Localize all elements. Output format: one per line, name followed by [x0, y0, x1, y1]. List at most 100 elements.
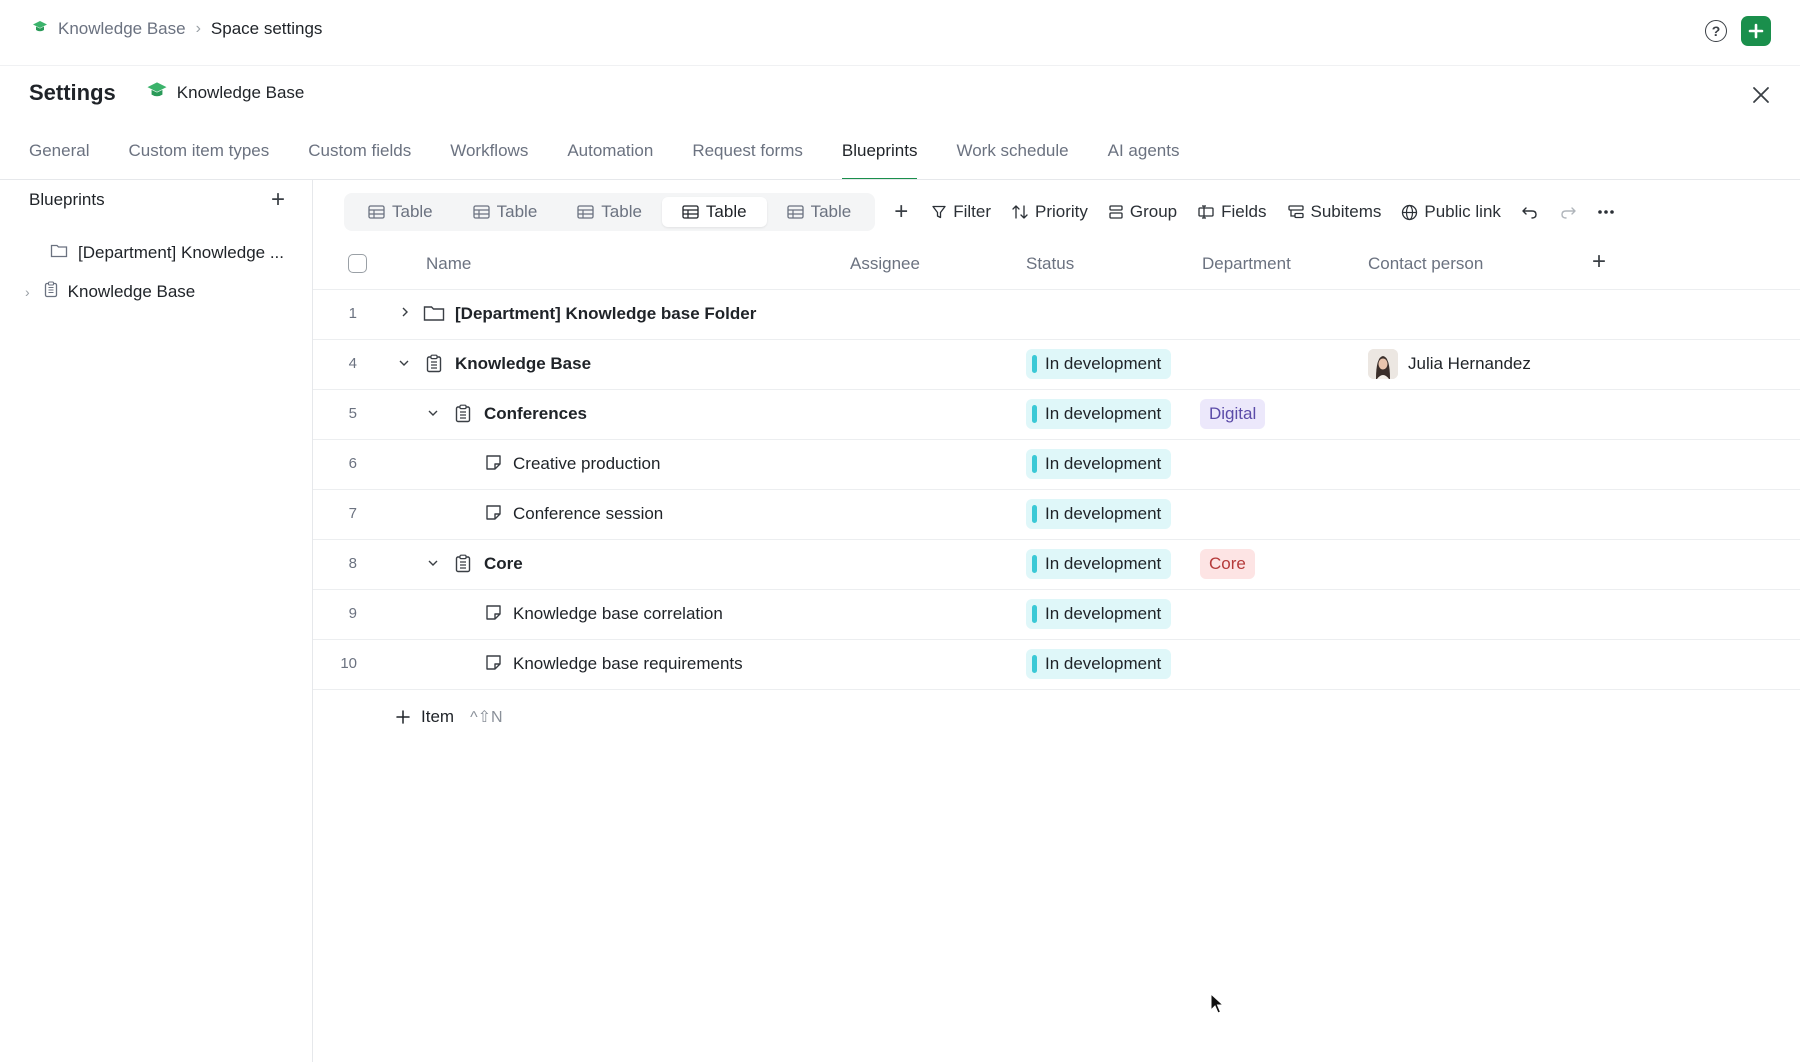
- row-number: 1: [348, 305, 357, 322]
- clipboard-icon: [455, 554, 471, 578]
- sidebar-item-knowledge-base[interactable]: › Knowledge Base: [0, 274, 312, 310]
- undo-icon: [1522, 207, 1537, 219]
- department-tag[interactable]: Core: [1200, 549, 1255, 579]
- table-row[interactable]: 4 Knowledge Base In development Julia He…: [313, 340, 1800, 390]
- tab-blueprints[interactable]: Blueprints: [841, 120, 917, 180]
- status-badge[interactable]: In development: [1026, 399, 1172, 429]
- table-icon: [368, 205, 385, 219]
- row-number: 9: [348, 605, 357, 622]
- public-link-button[interactable]: Public link: [1401, 202, 1501, 222]
- note-icon: [485, 654, 502, 676]
- note-icon: [485, 604, 502, 626]
- table-icon: [472, 205, 490, 219]
- table-row[interactable]: 6 Creative production In development: [313, 440, 1800, 490]
- tab-workflows[interactable]: Workflows: [450, 120, 528, 180]
- more-options-button[interactable]: [1597, 209, 1615, 215]
- sidebar-item-department-folder[interactable]: [Department] Knowledge ...: [0, 235, 312, 271]
- row-name[interactable]: Core: [484, 554, 523, 574]
- mouse-cursor-icon: [1210, 992, 1225, 1020]
- row-name[interactable]: [Department] Knowledge base Folder: [455, 304, 756, 324]
- redo-icon: [1561, 207, 1576, 219]
- table-header-row: Name Assignee Status Department Contact …: [313, 240, 1800, 290]
- table-row[interactable]: 8 Core In development Core: [313, 540, 1800, 590]
- chevron-down-icon[interactable]: [398, 355, 410, 371]
- redo-button[interactable]: [1559, 204, 1577, 220]
- view-tab-table[interactable]: Table: [557, 197, 662, 227]
- group-button[interactable]: Group: [1108, 202, 1177, 222]
- view-tab-table-active[interactable]: Table: [661, 197, 767, 227]
- table-row[interactable]: 7 Conference session In development: [313, 490, 1800, 540]
- tab-ai-agents[interactable]: AI agents: [1108, 120, 1180, 180]
- row-number: 10: [340, 655, 357, 672]
- tab-work-schedule[interactable]: Work schedule: [956, 120, 1068, 180]
- table-icon: [682, 205, 699, 219]
- subitems-button[interactable]: Subitems: [1287, 202, 1381, 222]
- tab-automation[interactable]: Automation: [567, 120, 653, 180]
- note-icon: [485, 504, 502, 526]
- add-blueprint-button[interactable]: +: [271, 188, 285, 212]
- row-name[interactable]: Knowledge base requirements: [513, 654, 743, 674]
- tab-general[interactable]: General: [29, 120, 89, 180]
- status-badge[interactable]: In development: [1026, 349, 1172, 379]
- sidebar-item-label: [Department] Knowledge ...: [78, 243, 285, 262]
- status-badge[interactable]: In development: [1026, 499, 1172, 529]
- sort-icon: [1012, 205, 1028, 219]
- subitems-icon: [1287, 205, 1304, 219]
- top-bar: Knowledge Base › Space settings ?: [0, 0, 1800, 66]
- fields-button[interactable]: Fields: [1197, 202, 1267, 222]
- column-header-assignee[interactable]: Assignee: [850, 254, 920, 274]
- breadcrumb-space-link[interactable]: Knowledge Base: [58, 19, 186, 39]
- row-number: 8: [348, 555, 357, 572]
- status-badge[interactable]: In development: [1026, 449, 1172, 479]
- view-tab-table[interactable]: Table: [767, 197, 872, 227]
- tab-custom-fields[interactable]: Custom fields: [308, 120, 411, 180]
- tab-request-forms[interactable]: Request forms: [692, 120, 803, 180]
- status-badge[interactable]: In development: [1026, 649, 1172, 679]
- row-number: 4: [348, 355, 357, 372]
- add-view-button[interactable]: +: [885, 196, 917, 228]
- folder-icon: [423, 304, 445, 327]
- undo-button[interactable]: [1521, 204, 1539, 220]
- table-row[interactable]: 5 Conferences In development Digital: [313, 390, 1800, 440]
- close-icon[interactable]: [1750, 84, 1772, 106]
- plus-icon: [396, 710, 410, 724]
- view-tab-table[interactable]: Table: [453, 197, 558, 227]
- column-header-contact-person[interactable]: Contact person: [1368, 254, 1483, 274]
- breadcrumb: Knowledge Base › Space settings: [32, 19, 322, 39]
- status-badge[interactable]: In development: [1026, 549, 1172, 579]
- more-horizontal-icon: [1598, 210, 1614, 214]
- chevron-right-icon[interactable]: ›: [25, 284, 30, 300]
- row-name[interactable]: Knowledge base correlation: [513, 604, 723, 624]
- row-name[interactable]: Creative production: [513, 454, 660, 474]
- tab-custom-item-types[interactable]: Custom item types: [128, 120, 269, 180]
- column-header-status[interactable]: Status: [1026, 254, 1074, 274]
- chevron-down-icon[interactable]: [427, 555, 439, 571]
- priority-sort-button[interactable]: Priority: [1011, 202, 1088, 222]
- row-name[interactable]: Knowledge Base: [455, 354, 591, 374]
- view-tab-table[interactable]: Table: [348, 197, 453, 227]
- table-row[interactable]: 1 [Department] Knowledge base Folder: [313, 290, 1800, 340]
- row-name[interactable]: Conference session: [513, 504, 663, 524]
- chevron-right-icon[interactable]: [400, 305, 410, 321]
- select-all-checkbox[interactable]: [348, 254, 367, 273]
- help-icon[interactable]: ?: [1705, 20, 1727, 42]
- row-name[interactable]: Conferences: [484, 404, 587, 424]
- add-item-button[interactable]: Item ^⇧N: [395, 707, 503, 727]
- department-tag[interactable]: Digital: [1200, 399, 1266, 429]
- create-button[interactable]: [1741, 16, 1771, 46]
- table-row[interactable]: 10 Knowledge base requirements In develo…: [313, 640, 1800, 690]
- status-badge[interactable]: In development: [1026, 599, 1172, 629]
- keyboard-shortcut-hint: ^⇧N: [470, 709, 503, 726]
- add-column-button[interactable]: +: [1592, 248, 1606, 276]
- table-icon: [786, 205, 804, 219]
- group-icon: [1109, 205, 1123, 219]
- column-header-name[interactable]: Name: [426, 254, 471, 274]
- chevron-down-icon[interactable]: [427, 405, 439, 421]
- filter-button[interactable]: Filter: [931, 202, 991, 222]
- contact-person-cell[interactable]: Julia Hernandez: [1368, 349, 1531, 379]
- chevron-right-icon: ›: [195, 20, 201, 37]
- table-row[interactable]: 9 Knowledge base correlation In developm…: [313, 590, 1800, 640]
- settings-tabs: General Custom item types Custom fields …: [29, 120, 1179, 180]
- column-header-department[interactable]: Department: [1202, 254, 1291, 274]
- table-toolbar: Table Table Table Table Table + Filter P…: [344, 193, 1615, 231]
